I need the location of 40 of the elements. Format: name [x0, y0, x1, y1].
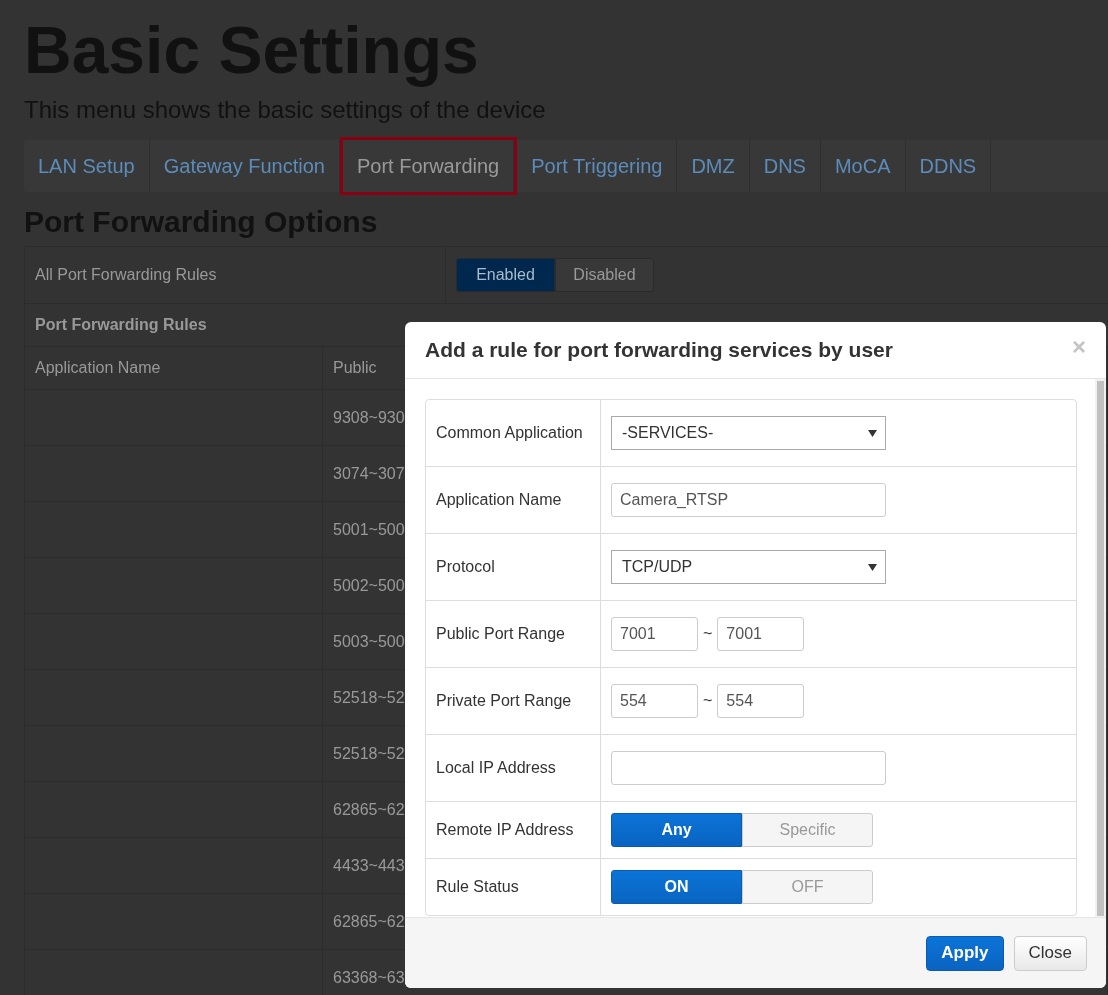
caret-icon [868, 563, 877, 571]
field-label: Private Port Range [426, 668, 601, 734]
input-field[interactable] [611, 751, 886, 785]
toggle-option[interactable]: Specific [742, 813, 873, 847]
field-label: Common Application [426, 400, 601, 466]
input-field[interactable]: 7001 [717, 617, 805, 651]
field-label: Application Name [426, 467, 601, 533]
tab[interactable]: MoCA [820, 140, 906, 192]
tab[interactable]: Gateway Function [149, 140, 340, 192]
input-field[interactable]: Camera_RTSP [611, 483, 886, 517]
field-label: Remote IP Address [426, 802, 601, 858]
toggle-option[interactable]: Disabled [555, 258, 654, 292]
field-label: Local IP Address [426, 735, 601, 801]
tab[interactable]: DMZ [677, 140, 750, 192]
tab[interactable]: Port Triggering [517, 140, 678, 192]
table-title: Port Forwarding Rules [35, 316, 207, 334]
tab[interactable]: DDNS [905, 140, 992, 192]
setting-label: All Port Forwarding Rules [25, 247, 446, 303]
select-field[interactable]: -SERVICES- [611, 416, 886, 450]
tab[interactable]: DNS [749, 140, 821, 192]
field-label: Rule Status [426, 859, 601, 915]
toggle-option[interactable]: OFF [742, 870, 873, 904]
tab[interactable]: LAN Setup [24, 140, 150, 192]
toggle-option[interactable]: Enabled [456, 258, 555, 292]
input-field[interactable]: 554 [717, 684, 805, 718]
input-field[interactable]: 554 [611, 684, 698, 718]
dialog-button[interactable]: Close [1013, 935, 1087, 971]
range-separator: ~ [703, 692, 713, 710]
caret-icon [868, 429, 877, 437]
select-field[interactable]: TCP/UDP [611, 550, 886, 584]
tab[interactable]: Port Forwarding [342, 140, 515, 192]
field-label: Protocol [426, 534, 601, 600]
field-label: Public Port Range [426, 601, 601, 667]
column-header: Application Name [25, 347, 323, 389]
range-separator: ~ [703, 625, 713, 643]
toggle-option[interactable]: Any [611, 813, 742, 847]
input-field[interactable]: 7001 [611, 617, 698, 651]
dialog-button[interactable]: Apply [926, 935, 1004, 971]
toggle-option[interactable]: ON [611, 870, 742, 904]
scrollbar[interactable] [1095, 379, 1106, 917]
